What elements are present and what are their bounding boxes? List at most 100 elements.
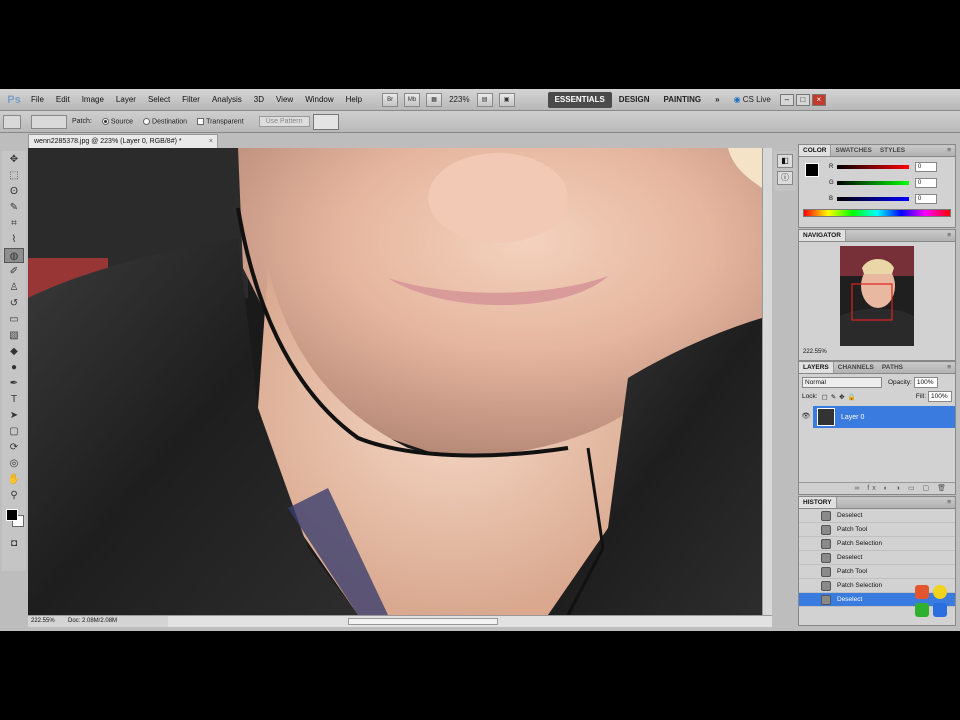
layers-menu-icon[interactable]: ≡ xyxy=(947,362,955,373)
bridge-button[interactable]: Br xyxy=(382,92,399,107)
tab-swatches[interactable]: SWATCHES xyxy=(831,145,875,156)
cs-live-button[interactable]: ◉ CS Live xyxy=(727,92,778,108)
workspace-painting[interactable]: PAINTING xyxy=(656,92,708,108)
navigator-thumbnail[interactable] xyxy=(840,246,914,346)
close-document-icon[interactable]: × xyxy=(209,135,213,148)
maximize-button[interactable]: □ xyxy=(795,93,810,106)
blue-slider[interactable] xyxy=(837,197,909,201)
menu-window[interactable]: Window xyxy=(299,89,339,111)
status-zoom[interactable]: 222.55% xyxy=(28,616,68,627)
history-item[interactable]: Deselect xyxy=(799,551,955,565)
color-spectrum-bar[interactable] xyxy=(803,209,951,217)
menu-file[interactable]: File xyxy=(25,89,50,111)
history-brush-tool-icon[interactable]: ↺ xyxy=(4,296,24,311)
blur-tool-icon[interactable]: ◆ xyxy=(4,344,24,359)
green-slider[interactable] xyxy=(837,181,909,185)
navigator-zoom[interactable]: 222.55% xyxy=(799,346,955,358)
history-item-current[interactable]: Deselect xyxy=(799,593,955,607)
menu-select[interactable]: Select xyxy=(142,89,176,111)
screen-mode-button[interactable]: ▣ xyxy=(498,92,515,107)
fill-field[interactable]: 100% xyxy=(928,391,952,402)
transparent-checkbox[interactable]: Transparent xyxy=(197,117,244,125)
quick-mask-icon[interactable]: ◘ xyxy=(4,536,24,551)
patch-tool-icon[interactable]: ◍ xyxy=(4,248,24,263)
canvas[interactable] xyxy=(28,148,762,615)
pen-tool-icon[interactable]: ✒ xyxy=(4,376,24,391)
tab-paths[interactable]: PATHS xyxy=(878,362,907,373)
path-select-tool-icon[interactable]: ➤ xyxy=(4,408,24,423)
blend-mode-select[interactable]: Normal xyxy=(802,377,882,388)
workspace-essentials[interactable]: ESSENTIALS xyxy=(547,91,612,108)
red-slider[interactable] xyxy=(837,165,909,169)
history-menu-icon[interactable]: ≡ xyxy=(947,497,955,508)
color-swatches[interactable] xyxy=(4,507,26,535)
history-item[interactable]: Patch Selection xyxy=(799,537,955,551)
opacity-field[interactable]: 100% xyxy=(913,377,938,388)
minimize-button[interactable]: – xyxy=(779,93,794,106)
document-tab[interactable]: wenn2285378.jpg @ 223% (Layer 0, RGB/8#)… xyxy=(28,134,218,148)
menu-view[interactable]: View xyxy=(270,89,299,111)
vertical-scrollbar[interactable] xyxy=(762,148,772,615)
history-item[interactable]: Patch Tool xyxy=(799,523,955,537)
source-radio[interactable]: Source xyxy=(101,117,133,125)
foreground-color[interactable] xyxy=(6,509,18,521)
red-value[interactable]: 0 xyxy=(915,162,937,172)
layer-name[interactable]: Layer 0 xyxy=(841,414,864,421)
menu-image[interactable]: Image xyxy=(76,89,110,111)
close-button[interactable]: × xyxy=(811,93,826,106)
layers-footer-buttons[interactable]: ∞ fx ◐ ◑ ▭ ▢ 🗑 xyxy=(799,482,955,494)
marquee-tool-icon[interactable]: ⬚ xyxy=(4,168,24,183)
clone-stamp-tool-icon[interactable]: ♙ xyxy=(4,280,24,295)
minibridge-button[interactable]: Mb xyxy=(404,92,421,107)
move-tool-icon[interactable]: ✥ xyxy=(4,152,24,167)
layer-row[interactable]: 👁 Layer 0 xyxy=(799,406,955,428)
menu-analysis[interactable]: Analysis xyxy=(206,89,248,111)
crop-tool-icon[interactable]: ⌗ xyxy=(4,216,24,231)
tab-channels[interactable]: CHANNELS xyxy=(834,362,878,373)
menu-filter[interactable]: Filter xyxy=(176,89,206,111)
type-tool-icon[interactable]: T xyxy=(4,392,24,407)
tab-color[interactable]: COLOR xyxy=(799,145,832,156)
tab-navigator[interactable]: NAVIGATOR xyxy=(799,230,846,241)
horizontal-scroll-thumb[interactable] xyxy=(348,618,498,625)
zoom-tool-icon[interactable]: ⚲ xyxy=(4,488,24,503)
history-item[interactable]: Patch Selection xyxy=(799,579,955,593)
eraser-tool-icon[interactable]: ▭ xyxy=(4,312,24,327)
arrange-documents-button[interactable]: ▤ xyxy=(476,92,493,107)
menu-help[interactable]: Help xyxy=(340,89,368,111)
brush-tool-icon[interactable]: ✐ xyxy=(4,264,24,279)
use-pattern-button[interactable]: Use Pattern xyxy=(258,116,310,127)
color-foreground-swatch[interactable] xyxy=(805,163,819,177)
visibility-eye-icon[interactable]: 👁 xyxy=(799,406,813,428)
eyedropper-tool-icon[interactable]: ⌇ xyxy=(4,232,24,247)
dodge-tool-icon[interactable]: ● xyxy=(4,360,24,375)
info-icon[interactable]: ⓘ xyxy=(777,171,793,185)
tool-preset-picker[interactable] xyxy=(3,114,21,129)
3d-rotate-tool-icon[interactable]: ⟳ xyxy=(4,440,24,455)
lasso-tool-icon[interactable]: ʘ xyxy=(4,184,24,199)
3d-orbit-tool-icon[interactable]: ◎ xyxy=(4,456,24,471)
destination-radio[interactable]: Destination xyxy=(143,117,187,125)
panel-menu-icon[interactable]: ≡ xyxy=(947,145,955,156)
history-item[interactable]: Patch Tool xyxy=(799,565,955,579)
gradient-tool-icon[interactable]: ▧ xyxy=(4,328,24,343)
green-value[interactable]: 0 xyxy=(915,178,937,188)
view-extras-button[interactable]: ▦ xyxy=(426,92,443,107)
navigator-menu-icon[interactable]: ≡ xyxy=(947,230,955,241)
tab-history[interactable]: HISTORY xyxy=(799,497,837,508)
history-item[interactable]: Deselect xyxy=(799,509,955,523)
tab-styles[interactable]: STYLES xyxy=(876,145,909,156)
menu-3d[interactable]: 3D xyxy=(248,89,270,111)
tab-layers[interactable]: LAYERS xyxy=(799,362,834,373)
menu-layer[interactable]: Layer xyxy=(110,89,142,111)
shape-tool-icon[interactable]: ▢ xyxy=(4,424,24,439)
pattern-picker[interactable] xyxy=(312,113,339,130)
zoom-level-field[interactable]: 223% xyxy=(449,95,469,104)
adjustments-icon[interactable]: ◧ xyxy=(777,154,793,168)
blue-value[interactable]: 0 xyxy=(915,194,937,204)
horizontal-scrollbar[interactable] xyxy=(168,616,772,627)
menu-edit[interactable]: Edit xyxy=(50,89,76,111)
selection-mode-buttons[interactable] xyxy=(31,114,67,129)
hand-tool-icon[interactable]: ✋ xyxy=(4,472,24,487)
workspace-design[interactable]: DESIGN xyxy=(612,92,657,108)
